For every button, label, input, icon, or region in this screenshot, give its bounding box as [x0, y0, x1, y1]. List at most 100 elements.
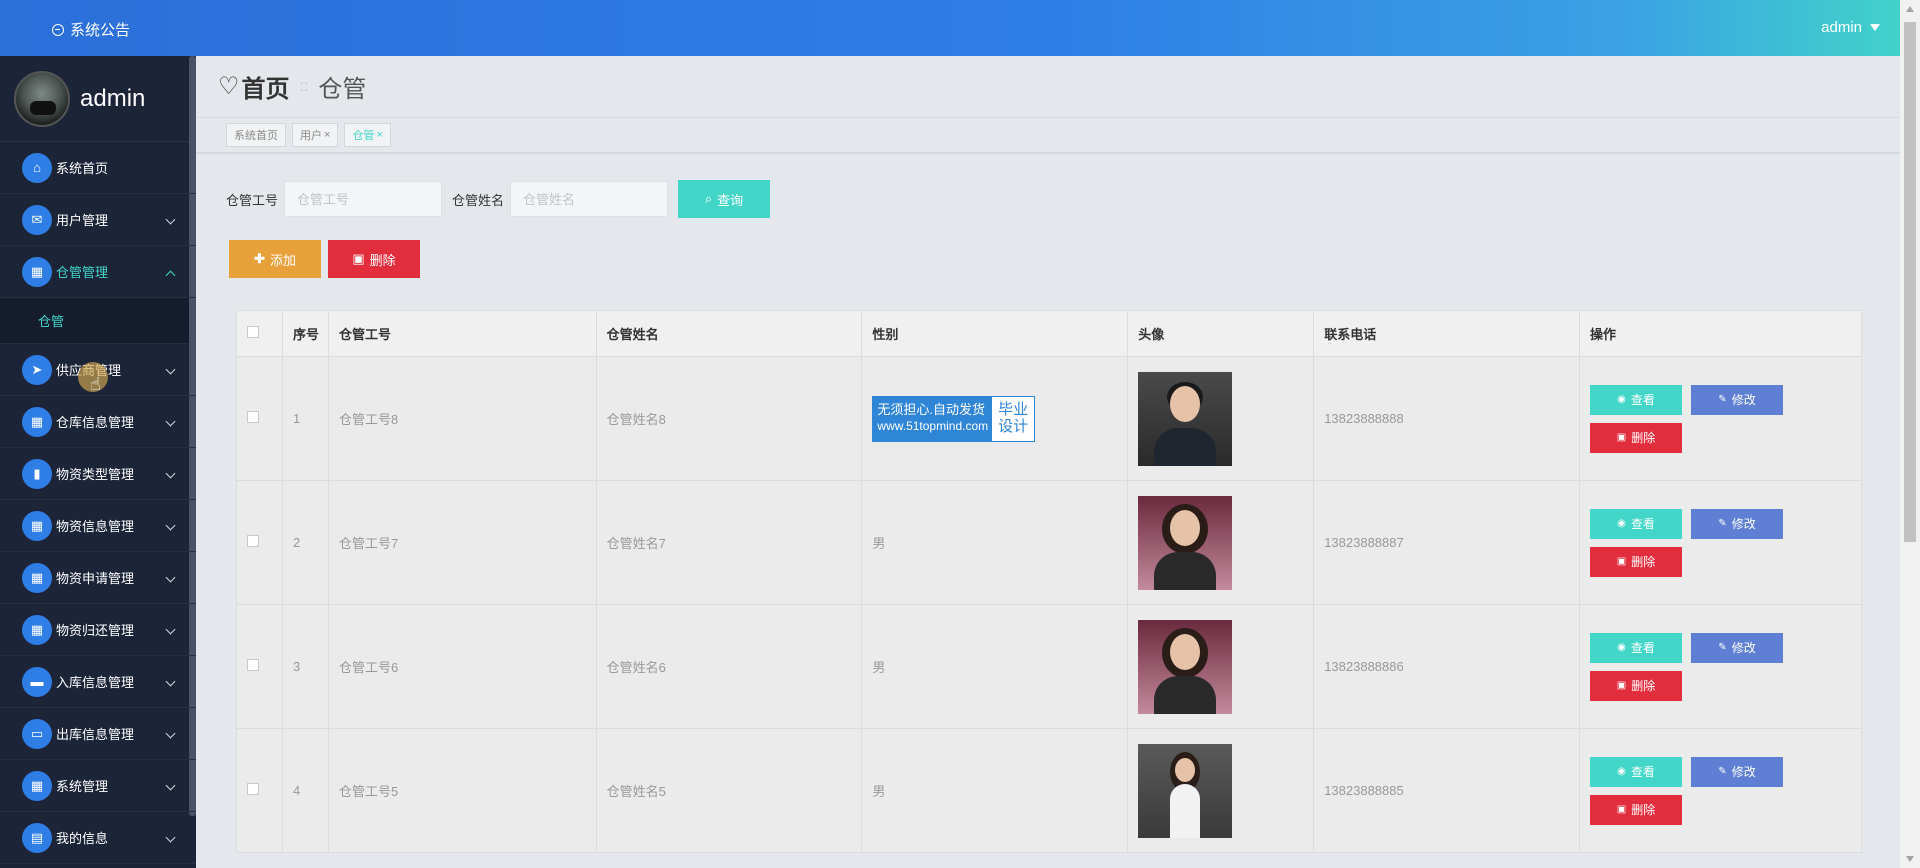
tab-2[interactable]: 仓管 ×: [344, 123, 391, 147]
sidebar-item-0[interactable]: ⌂ 系统首页: [0, 142, 196, 194]
page-title[interactable]: 首页: [242, 69, 290, 104]
row-phone: 13823888887: [1313, 480, 1580, 605]
sidebar-item-8[interactable]: ▦ 物资归还管理: [0, 604, 196, 656]
grid-icon: ▦: [22, 256, 52, 287]
trash-icon: ▣: [352, 251, 365, 266]
row-select-cell[interactable]: [236, 728, 283, 853]
avatar-photo: [1138, 743, 1233, 838]
search-input-id[interactable]: [284, 181, 443, 217]
avatar-body: [1154, 427, 1217, 466]
grid-icon: ▦: [22, 406, 52, 437]
view-button[interactable]: ◉ 查看: [1590, 756, 1682, 787]
edit-button[interactable]: ✎ 修改: [1691, 756, 1783, 787]
row-checkbox[interactable]: [247, 783, 259, 795]
eye-icon: ◉: [1617, 394, 1626, 405]
select-all-checkbox[interactable]: [247, 326, 259, 338]
sidebar-item-12[interactable]: ▤ 我的信息: [0, 812, 196, 864]
row-index: 1: [281, 356, 329, 481]
eye-icon: ◉: [1617, 518, 1626, 529]
add-button[interactable]: ✚ 添加: [229, 240, 321, 278]
close-icon[interactable]: ×: [376, 129, 382, 141]
search-label-name: 仓管姓名: [452, 192, 505, 208]
table-header-row: 序号 仓管工号 仓管姓名 性别 头像 联系电话 操作: [236, 310, 1862, 357]
user-menu[interactable]: admin: [1821, 19, 1880, 36]
row-select-cell[interactable]: [236, 604, 283, 729]
grid-icon-glyph: ▦: [30, 570, 44, 585]
column-header: 操作: [1579, 310, 1862, 357]
query-button[interactable]: ⌕ 查询: [678, 180, 771, 218]
scrollbar-thumb[interactable]: [1904, 22, 1916, 542]
sidebar-item-2[interactable]: ▦ 仓管管理: [0, 246, 196, 298]
monitor-icon-glyph: ▭: [30, 726, 44, 741]
trash-icon: ▣: [1616, 432, 1627, 443]
pencil-icon: ✎: [1718, 394, 1727, 405]
tab-label: 系统首页: [234, 130, 278, 142]
pencil-icon: ✎: [1718, 766, 1727, 777]
row-select-cell[interactable]: [236, 356, 283, 481]
chevron-down-icon: [165, 832, 176, 843]
sidebar-item-10[interactable]: ▭ 出库信息管理: [0, 708, 196, 760]
row-delete-button[interactable]: ▣ 删除: [1590, 794, 1682, 825]
view-button[interactable]: ◉ 查看: [1590, 384, 1682, 415]
row-select-cell[interactable]: [236, 480, 283, 605]
tab-1[interactable]: 用户 ×: [292, 123, 339, 147]
tab-0[interactable]: 系统首页: [226, 123, 286, 147]
row-phone: 13823888888: [1313, 356, 1580, 481]
edit-button[interactable]: ✎ 修改: [1691, 508, 1783, 539]
table-body: 1 仓管工号8 仓管姓名8 无须担心.自动发货 www.51topmind.com 毕业设…: [236, 356, 1862, 853]
search-icon: ⌕: [704, 191, 713, 206]
sidebar-item-5[interactable]: ▮ 物资类型管理: [0, 448, 196, 500]
sidebar-item-4[interactable]: ▦ 仓库信息管理: [0, 396, 196, 448]
sidebar-item-label: 仓库信息管理: [56, 415, 135, 430]
view-button[interactable]: ◉ 查看: [1590, 632, 1682, 663]
system-notice-link[interactable]: 系统公告: [52, 19, 130, 40]
pencil-icon: ✎: [1718, 642, 1727, 653]
page-header: ♡ 首页 :: 仓管: [196, 56, 1900, 118]
edit-button[interactable]: ✎ 修改: [1691, 384, 1783, 415]
grid-icon: ▦: [22, 562, 52, 593]
avatar-photo: [1138, 619, 1233, 714]
card-icon-glyph: ▤: [30, 830, 44, 845]
sidebar-subitem-warehouse-keeper[interactable]: 仓管: [0, 298, 196, 344]
sidebar-item-11[interactable]: ▦ 系统管理: [0, 760, 196, 812]
row-checkbox[interactable]: [247, 659, 259, 671]
sidebar-item-9[interactable]: ▬ 入库信息管理: [0, 656, 196, 708]
chevron-up-icon: [165, 270, 176, 281]
row-checkbox[interactable]: [247, 411, 259, 423]
sidebar-item-label: 出库信息管理: [56, 727, 135, 742]
row-delete-button[interactable]: ▣ 删除: [1590, 546, 1682, 577]
chat-icon-glyph: ✉: [31, 212, 43, 227]
row-name: 仓管姓名8: [595, 356, 863, 481]
add-button-label: 添加: [269, 252, 296, 268]
sidebar-item-6[interactable]: ▦ 物资信息管理: [0, 500, 196, 552]
sidebar-item-label: 用户管理: [56, 213, 109, 228]
table-row: 1 仓管工号8 仓管姓名8 无须担心.自动发货 www.51topmind.com 毕业设…: [236, 356, 1862, 481]
scroll-up-icon[interactable]: [1906, 6, 1914, 12]
row-delete-button[interactable]: ▣ 删除: [1590, 670, 1682, 701]
user-menu-label: admin: [1821, 19, 1862, 36]
sidebar-item-label: 我的信息: [56, 831, 109, 846]
view-button[interactable]: ◉ 查看: [1590, 508, 1682, 539]
chevron-down-icon: [165, 676, 176, 687]
table-row: 2 仓管工号7 仓管姓名7 男 13823888887 ◉ 查看 ✎ 修改 ▣ 删除: [236, 480, 1862, 605]
caret-down-icon: [1870, 24, 1880, 31]
sidebar-item-3[interactable]: ➤供应商管理☝: [0, 344, 196, 396]
chevron-down-icon: [165, 468, 176, 479]
pencil-icon: ✎: [1718, 518, 1727, 529]
delete-button[interactable]: ▣ 删除: [328, 240, 420, 278]
select-all-header[interactable]: [236, 310, 283, 357]
edit-button[interactable]: ✎ 修改: [1691, 632, 1783, 663]
page-scrollbar[interactable]: [1900, 0, 1920, 868]
search-input-name[interactable]: [510, 181, 669, 217]
row-checkbox[interactable]: [247, 535, 259, 547]
sidebar-item-1[interactable]: ✉ 用户管理: [0, 194, 196, 246]
sidebar-item-7[interactable]: ▦ 物资申请管理: [0, 552, 196, 604]
grid-icon-glyph: ▦: [30, 264, 44, 279]
row-delete-button[interactable]: ▣ 删除: [1590, 422, 1682, 453]
data-table: 序号 仓管工号 仓管姓名 性别 头像 联系电话 操作 1 仓管工号8 仓管姓名8 无须担心.自动发…: [236, 310, 1862, 853]
row-name: 仓管姓名5: [595, 728, 863, 853]
scroll-down-icon[interactable]: [1906, 856, 1914, 862]
book-icon: ▮: [22, 458, 52, 489]
row-actions: ◉ 查看 ✎ 修改 ▣ 删除: [1579, 480, 1862, 605]
close-icon[interactable]: ×: [324, 129, 330, 141]
